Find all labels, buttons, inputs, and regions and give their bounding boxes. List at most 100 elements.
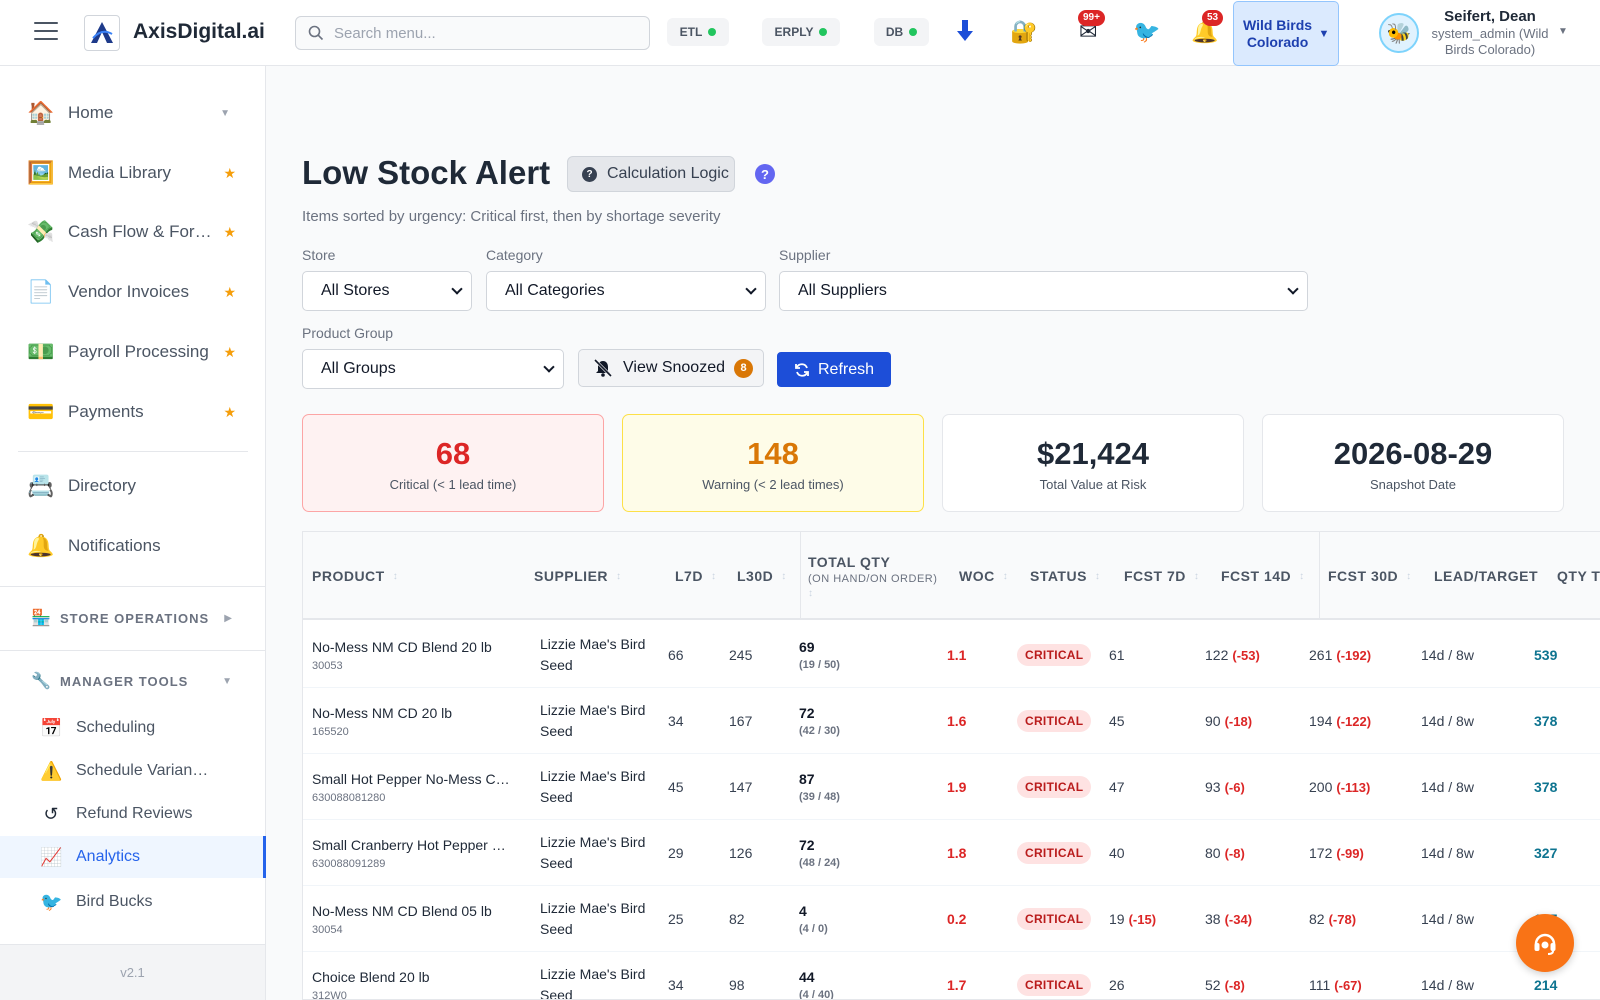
fcst-14d-delta: (-53) xyxy=(1232,647,1260,663)
col-supplier[interactable]: SUPPLIER ↕ xyxy=(534,532,622,620)
app-logo[interactable] xyxy=(84,15,120,51)
etl-status-pill[interactable]: ETL xyxy=(667,18,729,46)
col-status[interactable]: STATUS ↕ xyxy=(1030,532,1100,620)
supplier-select[interactable]: All Suppliers xyxy=(779,271,1308,311)
col-product[interactable]: PRODUCT ↕ xyxy=(312,532,398,620)
star-icon[interactable]: ★ xyxy=(223,224,236,241)
download-icon[interactable] xyxy=(955,18,975,51)
sidebar-item-cash-flow[interactable]: 💸 Cash Flow & For… ★ xyxy=(0,207,266,257)
app-title[interactable]: AxisDigital.ai xyxy=(133,20,265,44)
star-icon[interactable]: ★ xyxy=(223,165,236,182)
col-qty-t[interactable]: QTY T xyxy=(1557,532,1600,620)
col-fcst-7d[interactable]: FCST 7D ↕ xyxy=(1124,532,1199,620)
col-fcst-30d[interactable]: FCST 30D ↕ xyxy=(1328,532,1412,620)
cell-product[interactable]: Small Cranberry Hot Pepper … 630088091289 xyxy=(312,820,506,886)
cell-product[interactable]: Small Hot Pepper No-Mess C… 630088081280 xyxy=(312,754,510,820)
col-total-qty[interactable]: TOTAL QTY (ON HAND/ON ORDER) ↕ xyxy=(808,532,937,620)
lock-key-icon[interactable]: 🔐 xyxy=(1010,18,1037,46)
cell-supplier: Lizzie Mae's Bird Seed xyxy=(530,754,658,820)
cell-product[interactable]: No-Mess NM CD 20 lb 165520 xyxy=(312,688,452,754)
cell-qty-t[interactable]: 378 xyxy=(1534,754,1557,820)
cell-fcst-30d: 82 (-78) xyxy=(1309,886,1356,952)
bird-icon[interactable]: 🐦 xyxy=(1133,18,1160,46)
cell-product[interactable]: No-Mess NM CD Blend 20 lb 30053 xyxy=(312,622,492,688)
sidebar-item-payroll[interactable]: 💵 Payroll Processing ★ xyxy=(0,327,266,377)
search-input[interactable] xyxy=(334,24,624,42)
cell-woc: 1.7 xyxy=(947,977,967,993)
sidebar-item-schedule-variance[interactable]: ⚠️ Schedule Varian… xyxy=(0,750,266,792)
version-label: v2.1 xyxy=(0,944,265,1000)
col-l7d[interactable]: L7D ↕ xyxy=(675,532,716,620)
cell-product[interactable]: Choice Blend 20 lb 312W0 xyxy=(312,952,430,1000)
hamburger-menu-icon[interactable] xyxy=(34,22,58,40)
chevron-down-icon[interactable]: ▼ xyxy=(1558,26,1568,37)
total-qty: 72 xyxy=(799,837,815,853)
sidebar-item-directory[interactable]: 📇 Directory xyxy=(0,461,266,511)
user-info[interactable]: Seifert, Dean system_admin (Wild Birds C… xyxy=(1420,8,1560,58)
view-snoozed-button[interactable]: View Snoozed 8 xyxy=(578,349,764,387)
store-selector[interactable]: Wild Birds Colorado ▼ xyxy=(1233,1,1339,66)
chevron-right-icon: ▶ xyxy=(224,612,232,624)
cell-qty-t[interactable]: 378 xyxy=(1534,688,1557,754)
sidebar-item-label: Payments xyxy=(68,402,144,421)
sidebar-item-analytics[interactable]: 📈 Analytics xyxy=(0,836,266,878)
col-fcst-14d[interactable]: FCST 14D ↕ xyxy=(1221,532,1305,620)
cell-qty-t[interactable]: 327 xyxy=(1534,820,1557,886)
sidebar-section-store-operations[interactable]: 🏪 STORE OPERATIONS ▶ xyxy=(0,596,266,640)
sidebar-item-payments[interactable]: 💳 Payments ★ xyxy=(0,387,266,437)
cell-fcst-7d: 61 xyxy=(1109,622,1129,688)
sidebar-item-home[interactable]: 🏠 Home ▼ xyxy=(0,88,266,138)
calculation-logic-button[interactable]: ? Calculation Logic xyxy=(567,156,735,192)
supplier-name: Lizzie Mae's Bird Seed xyxy=(540,702,646,739)
sidebar-section-manager-tools[interactable]: 🔧 MANAGER TOOLS ▼ xyxy=(0,659,266,703)
category-select[interactable]: All Categories xyxy=(486,271,766,311)
product-group-select[interactable]: All Groups xyxy=(302,349,564,389)
mail-icon[interactable]: ✉ 99+ xyxy=(1078,10,1105,46)
cell-product[interactable]: No-Mess NM CD Blend 05 lb 30054 xyxy=(312,886,492,952)
calendar-icon: 📅 xyxy=(40,717,63,738)
sidebar-item-refund-reviews[interactable]: ↺ Refund Reviews xyxy=(0,793,266,835)
table-row[interactable]: Choice Blend 20 lb 312W0 Lizzie Mae's Bird… xyxy=(303,952,1600,1000)
dollar-bill-icon: 💵 xyxy=(27,339,55,364)
table-row[interactable]: No-Mess NM CD Blend 05 lb 30054 Lizzie Mae… xyxy=(303,886,1600,952)
erply-status-pill[interactable]: ERPLY xyxy=(762,18,840,46)
col-woc[interactable]: WOC ↕ xyxy=(959,532,1008,620)
sidebar-item-vendor-invoices[interactable]: 📄 Vendor Invoices ★ xyxy=(0,267,266,317)
star-icon[interactable]: ★ xyxy=(223,404,236,421)
col-lead-target[interactable]: LEAD/TARGET xyxy=(1434,532,1538,620)
table-row[interactable]: No-Mess NM CD 20 lb 165520 Lizzie Mae's Bi… xyxy=(303,688,1600,754)
bell-icon[interactable]: 🔔 53 xyxy=(1191,10,1224,46)
product-name: Small Hot Pepper No-Mess C… xyxy=(312,770,510,787)
sidebar-item-scheduling[interactable]: 📅 Scheduling xyxy=(0,707,266,749)
sidebar-item-media-library[interactable]: 🖼️ Media Library ★ xyxy=(0,148,266,198)
sort-icon: ↕ xyxy=(1094,570,1101,582)
warning-summary-card[interactable]: 148 Warning (< 2 lead times) xyxy=(622,414,924,512)
table-row[interactable]: No-Mess NM CD Blend 20 lb 30053 Lizzie Mae… xyxy=(303,622,1600,688)
help-icon[interactable]: ? xyxy=(755,164,775,184)
critical-summary-card[interactable]: 68 Critical (< 1 lead time) xyxy=(302,414,604,512)
chevron-down-icon[interactable]: ▼ xyxy=(220,108,230,119)
star-icon[interactable]: ★ xyxy=(223,344,236,361)
db-status-pill[interactable]: DB xyxy=(874,18,929,46)
sidebar-divider xyxy=(18,451,248,452)
avatar[interactable]: 🐝 xyxy=(1379,13,1419,53)
cell-lead-target: 14d / 8w xyxy=(1421,911,1474,927)
refresh-button[interactable]: Refresh xyxy=(777,352,891,387)
sidebar-item-bird-bucks[interactable]: 🐦 Bird Bucks xyxy=(0,881,266,923)
sidebar-divider xyxy=(0,586,266,587)
table-row[interactable]: Small Cranberry Hot Pepper … 630088091289… xyxy=(303,820,1600,886)
sidebar-item-label: Home xyxy=(68,103,114,122)
star-icon[interactable]: ★ xyxy=(223,284,236,301)
col-l30d[interactable]: L30D ↕ xyxy=(737,532,787,620)
sidebar-item-notifications[interactable]: 🔔 Notifications xyxy=(0,521,266,571)
store-select[interactable]: All Stores xyxy=(302,271,472,311)
search-box[interactable] xyxy=(295,16,650,50)
refresh-label: Refresh xyxy=(817,360,875,378)
chevron-down-icon xyxy=(745,283,757,295)
main-content: Low Stock Alert ? Calculation Logic ? It… xyxy=(266,66,1600,1000)
table-row[interactable]: Small Hot Pepper No-Mess C… 630088081280 L… xyxy=(303,754,1600,820)
cell-l7d: 34 xyxy=(668,977,684,993)
support-chat-button[interactable] xyxy=(1516,914,1574,972)
total-qty: 44 xyxy=(799,969,815,985)
cell-qty-t[interactable]: 539 xyxy=(1534,622,1557,688)
